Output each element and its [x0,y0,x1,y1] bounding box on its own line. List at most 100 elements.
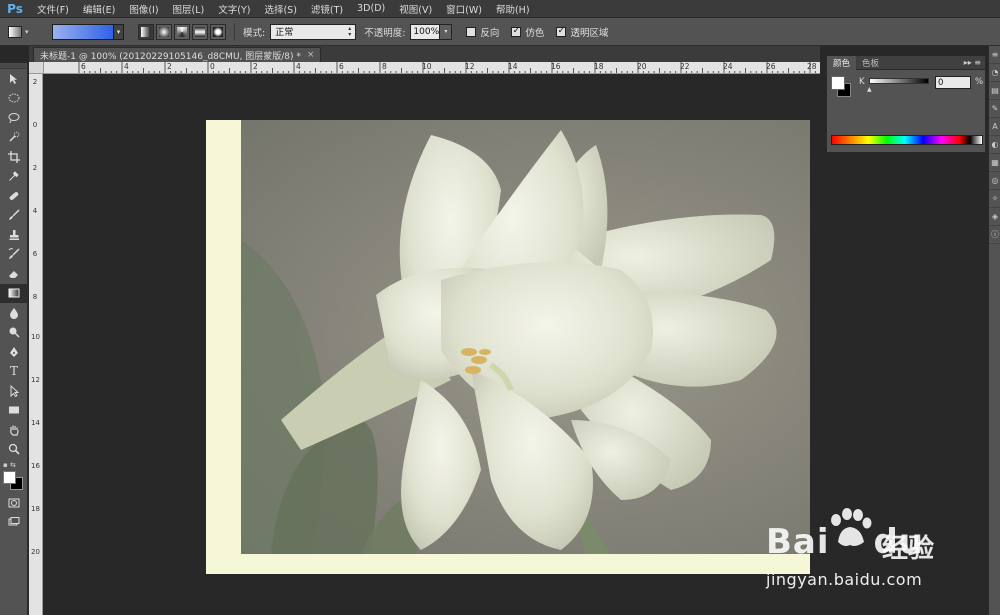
chevron-down-icon: ▾ [25,27,29,36]
dither-checkbox[interactable]: ✓ 仿色 [511,25,544,39]
info-panel-icon[interactable]: ⓘ [989,226,1000,244]
diamond-gradient-button[interactable] [210,23,226,40]
quick-select-tool-icon[interactable] [0,128,28,148]
ruler-label: 14 [508,62,518,71]
character-panel-icon[interactable]: A [989,118,1000,136]
k-channel-label: K [859,77,865,87]
opacity-input[interactable]: 100% [410,23,441,40]
document-canvas[interactable] [206,120,810,574]
canvas-workspace[interactable] [44,75,820,615]
blur-tool-icon[interactable] [0,303,28,323]
ruler-label: 18 [31,505,40,513]
k-channel-slider[interactable] [869,78,929,84]
angle-gradient-button[interactable] [174,23,190,40]
gradient-tool-icon[interactable] [0,283,28,303]
linear-gradient-button[interactable] [138,23,154,40]
pen-tool-icon[interactable] [0,342,28,362]
horizontal-ruler[interactable]: 6 4 2 0 2 4 6 8 10 12 14 16 18 20 22 24 … [44,62,820,74]
checkmark-icon: ✓ [556,26,567,37]
panel-menu-icon[interactable]: ▸▸ ≡ [964,58,985,67]
move-tool-icon[interactable] [0,69,28,89]
document-tab-bar: 未标题-1 @ 100% (20120229105146_d8CMU, 图层蒙版… [29,46,820,62]
history-panel-icon[interactable]: ◔ [989,64,1000,82]
reverse-checkbox-box [466,26,477,37]
default-colors-icon[interactable]: ▪ ⇆ [3,461,16,469]
ruler-label: 8 [32,293,38,301]
menu-window[interactable]: 窗口(W) [439,2,489,16]
zoom-tool-icon[interactable] [0,440,28,460]
gradient-picker-dropdown[interactable]: ▾ [114,23,124,40]
menu-help[interactable]: 帮助(H) [489,2,537,16]
vertical-ruler[interactable]: 2 0 2 4 6 8 10 12 14 16 18 20 [29,74,43,615]
tab-color[interactable]: 颜色 [827,55,857,70]
lily-photo-layer[interactable] [241,120,810,554]
opacity-slider-dropdown[interactable]: ▾ [440,23,453,40]
styles-panel-icon[interactable]: ◈ [989,208,1000,226]
path-selection-tool-icon[interactable] [0,381,28,401]
properties-panel-icon[interactable]: ▤ [989,82,1000,100]
dodge-tool-icon[interactable] [0,323,28,343]
gradient-tool-icon [8,25,22,38]
spinner-arrows-icon: ▴ ▾ [348,24,352,38]
blend-mode-select[interactable]: 正常 ▴ ▾ [270,23,357,40]
ruler-label: 14 [31,419,40,427]
history-brush-tool-icon[interactable] [0,245,28,265]
lily-flower-image [241,130,777,554]
panel-foreground-swatch[interactable] [831,76,845,90]
eyedropper-tool-icon[interactable] [0,167,28,187]
ruler-label: 16 [551,62,561,71]
transparency-checkbox[interactable]: ✓ 透明区域 [556,25,608,39]
ruler-origin[interactable] [29,62,44,74]
menu-image[interactable]: 图像(I) [122,2,165,16]
k-channel-input[interactable]: 0 [935,76,971,89]
menu-view[interactable]: 视图(V) [392,2,439,16]
menu-edit[interactable]: 编辑(E) [76,2,122,16]
type-tool-icon[interactable]: T [0,362,28,382]
slider-thumb-icon[interactable]: ▲ [867,86,872,93]
reverse-checkbox[interactable]: 反向 [466,25,499,39]
reflected-gradient-button[interactable] [192,23,208,40]
eraser-tool-icon[interactable] [0,264,28,284]
brush-panel-icon[interactable]: ✎ [989,100,1000,118]
document-tab[interactable]: 未标题-1 @ 100% (20120229105146_d8CMU, 图层蒙版… [33,47,322,62]
lasso-tool-icon[interactable] [0,108,28,128]
adjustments-panel-icon[interactable]: ◐ [989,136,1000,154]
ruler-label: 12 [31,376,40,384]
ruler-label: 8 [382,62,387,71]
tab-swatches[interactable]: 色板 [856,56,885,70]
layers-panel-icon[interactable]: ▦ [989,154,1000,172]
ruler-label: 12 [465,62,475,71]
panel-grip[interactable]: ≡ [989,46,1000,64]
healing-brush-tool-icon[interactable] [0,186,28,206]
menu-type[interactable]: 文字(Y) [211,2,257,16]
gradient-type-group [138,23,226,40]
menu-file[interactable]: 文件(F) [30,2,76,16]
radial-gradient-icon [159,26,169,37]
ruler-label: 4 [32,207,38,215]
watermark-url: jingyan.baidu.com [766,570,923,589]
close-icon[interactable]: × [307,50,315,60]
color-swatches: ▪ ⇆ [0,461,28,493]
gradient-preview[interactable] [52,23,114,40]
radial-gradient-button[interactable] [156,23,172,40]
hand-tool-icon[interactable] [0,420,28,440]
ruler-label: 26 [766,62,776,71]
color-spectrum-bar[interactable] [831,135,983,145]
app-logo: Ps [7,1,23,16]
menu-select[interactable]: 选择(S) [257,2,303,16]
channels-panel-icon[interactable]: ◎ [989,172,1000,190]
menu-3d[interactable]: 3D(D) [350,3,392,14]
marquee-tool-icon[interactable] [0,89,28,109]
tool-preset-picker[interactable]: ▾ [8,22,38,42]
brush-tool-icon[interactable] [0,206,28,226]
foreground-color-swatch[interactable] [3,471,16,484]
watermark-brand-part1: Bai [766,522,830,562]
screen-mode-icon[interactable] [0,513,28,533]
quick-mask-icon[interactable] [0,493,28,513]
paths-panel-icon[interactable]: ✧ [989,190,1000,208]
clone-stamp-tool-icon[interactable] [0,225,28,245]
menu-filter[interactable]: 滤镜(T) [304,2,350,16]
crop-tool-icon[interactable] [0,147,28,167]
rectangle-tool-icon[interactable] [0,401,28,421]
menu-layer[interactable]: 图层(L) [166,2,212,16]
